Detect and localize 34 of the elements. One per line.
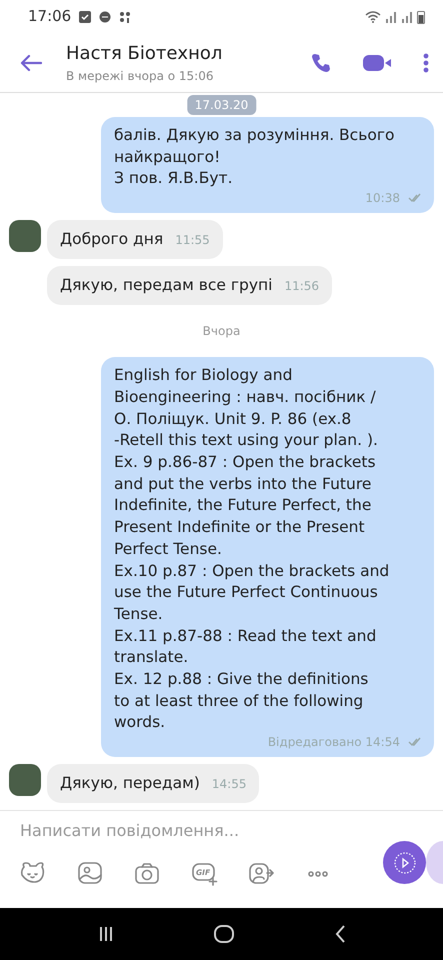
voice-message-button[interactable] [383,841,426,884]
signal-icon [401,10,413,22]
grid-icon [119,10,132,22]
message-text: English for Biology and Bioengineering : навч. посібник / О. Поліщук. Unit 9. P. 86 (ex.8 -Retell this text using your plan. ). Ex. 9 p.86-87 : Open the brackets and put the verbs into the Future Indefinite, the Future Perfect, the Present Indefinite or the Present Perfect Tense. Ex.10 p.87 : Open the brackets and use the Future Perfect Continuous Tense. Ex.11 p.87-88 : Read the text and translate. Ex. 12 p.88 : Give the definitions to at least three of the following words. [114,365,390,734]
message-text: балів. Дякую за розуміння. Всього найкращого! З пов. Я.В.Бут. [114,125,396,190]
clock-time: 17:06 [28,6,72,28]
signal-icon [385,10,397,22]
home-icon[interactable] [214,925,234,943]
message-time: Відредаговано 14:54 [268,734,400,751]
message-time: 10:38 [365,190,400,207]
contact-share-icon[interactable] [248,861,275,887]
video-camera-icon [363,53,391,74]
recent-apps-icon[interactable] [98,926,114,942]
phone-icon [311,53,331,74]
battery-icon [417,10,425,24]
back-arrow-icon [20,54,42,72]
camera-icon[interactable] [134,861,161,887]
message-time: 14:55 [212,776,246,793]
message-text: Дякую, передам все групі [60,275,272,296]
checkbox-icon [79,10,92,22]
menu-button[interactable] [423,50,429,74]
back-icon[interactable] [334,925,345,943]
image-icon[interactable] [77,861,104,887]
date-divider: Вчора [202,323,240,340]
last-seen-status: В мережі вчора о 15:06 [66,68,214,85]
play-circle-icon [392,850,416,874]
more-vertical-icon [423,53,429,74]
message-text: Дякую, передам) [60,772,200,794]
date-chip: 17.03.20 [186,95,256,115]
wifi-icon [365,10,381,22]
message-time: 11:55 [175,232,210,249]
contact-name: Настя Біотехнол [66,42,224,66]
message-time: 11:56 [284,278,320,296]
message-text: Доброго дня [60,228,164,250]
